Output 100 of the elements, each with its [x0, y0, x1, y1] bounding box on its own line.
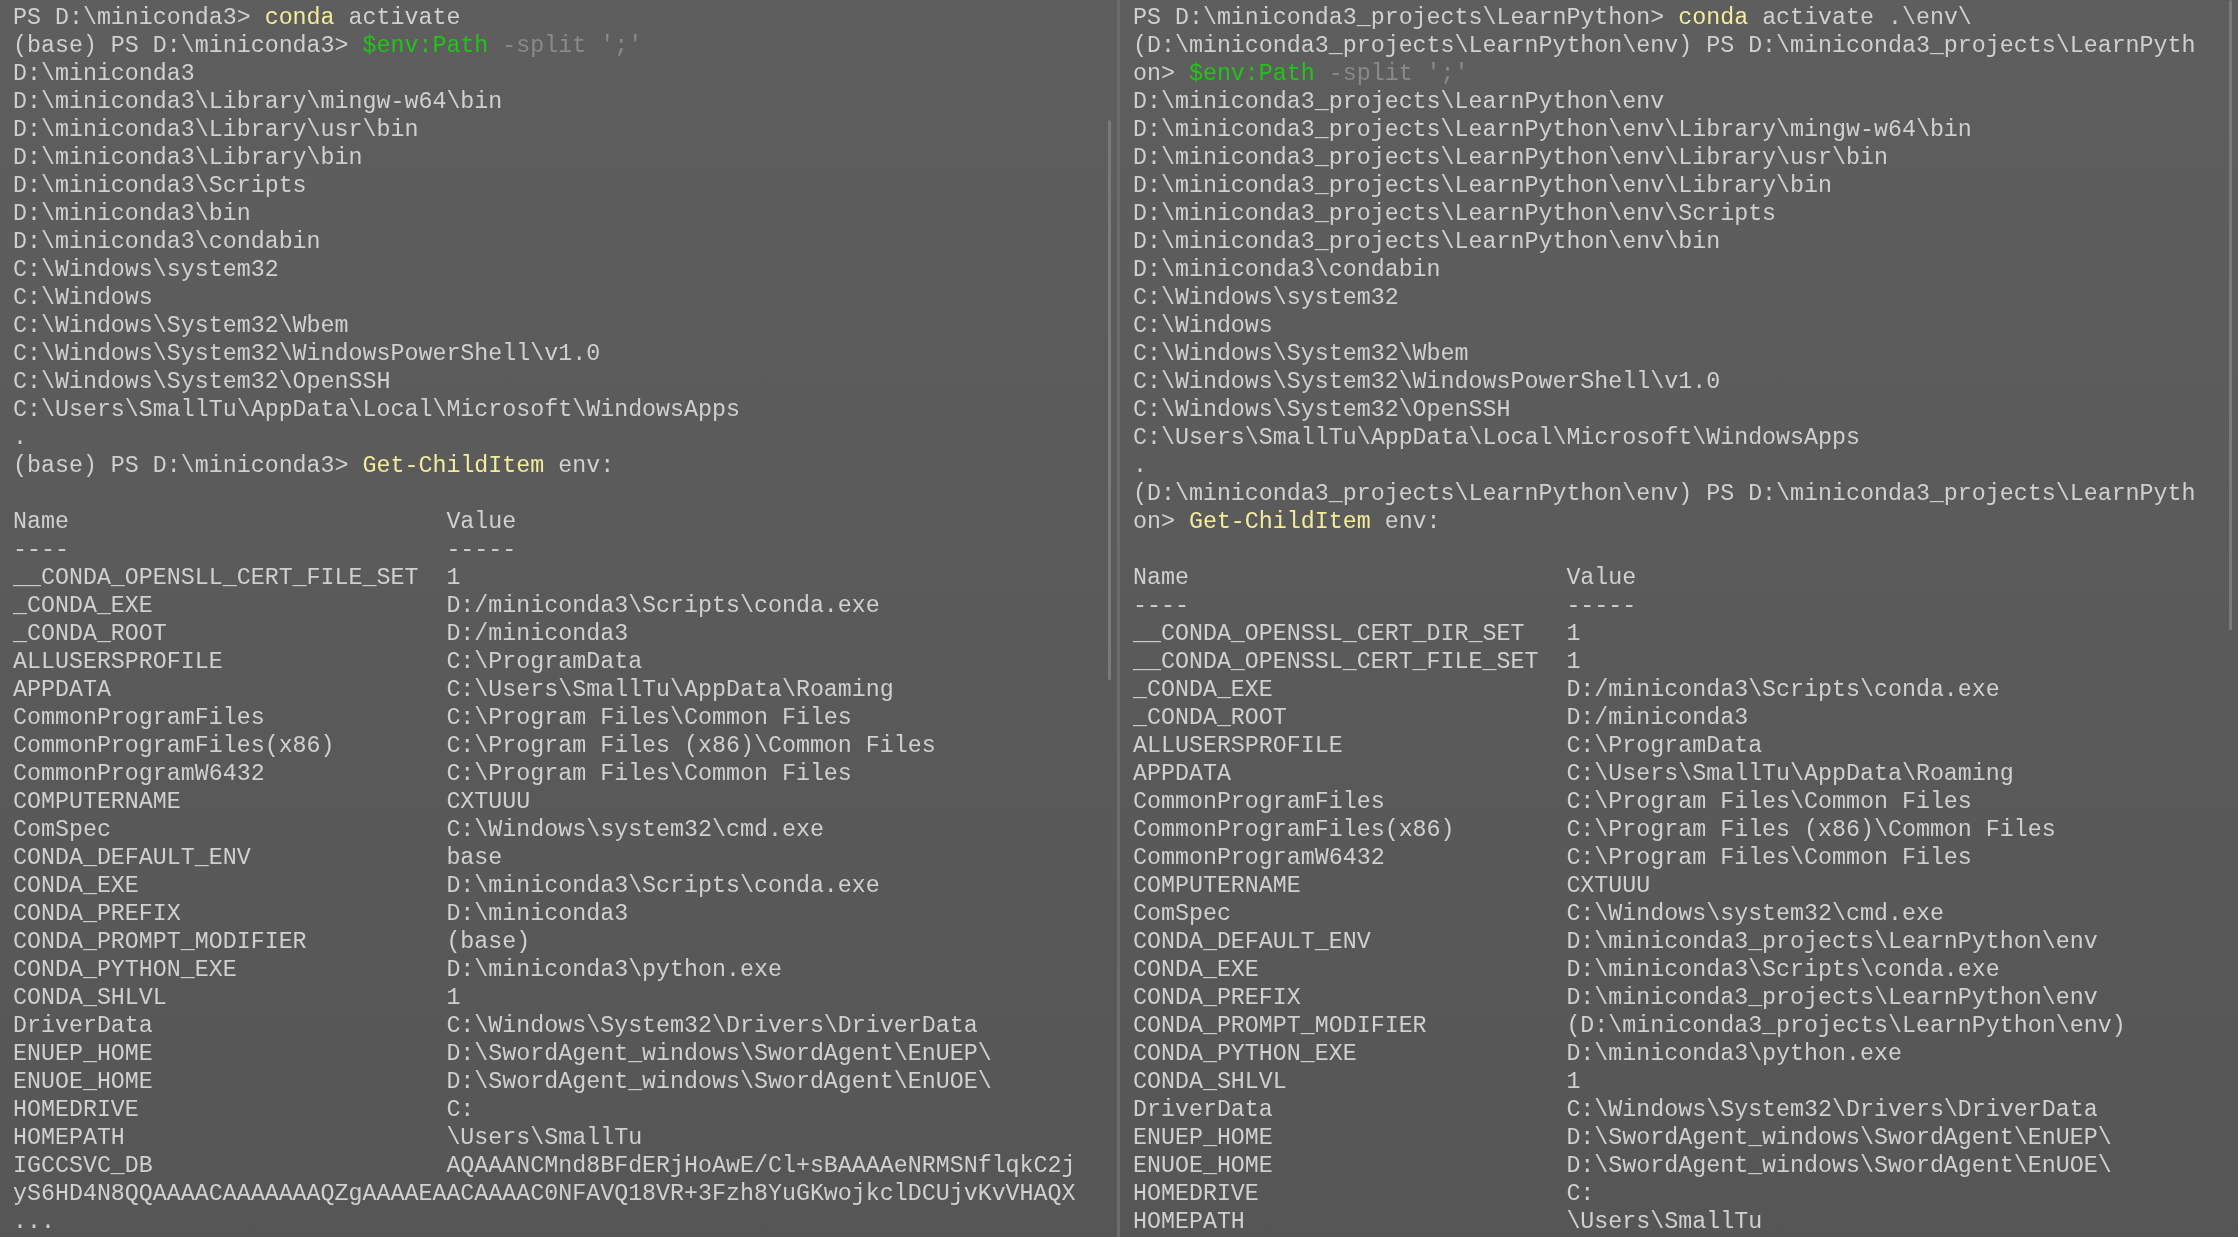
terminal-line: D:\miniconda3\Library\bin — [13, 144, 364, 172]
variable-name: _CONDA_EXE — [1133, 676, 1274, 704]
variable-value: 1 — [1566, 1068, 1582, 1096]
variable-value: C:\Program Files\Common Files — [1566, 788, 1973, 816]
variable-name: CONDA_SHLVL — [1133, 1068, 1288, 1096]
variable-value: C: — [1566, 1180, 1596, 1208]
terminal-line: (base) PS D:\miniconda3> Get-ChildItem env: — [13, 452, 616, 480]
variable-name: HOMEDRIVE — [1133, 1180, 1260, 1208]
variable-name: APPDATA — [13, 676, 112, 704]
variable-value: D:/miniconda3 — [446, 620, 630, 648]
variable-value: D:\miniconda3 — [446, 900, 630, 928]
terminal-line: D:\miniconda3\condabin — [13, 228, 322, 256]
variable-name: CONDA_DEFAULT_ENV — [13, 844, 252, 872]
header-underline: ----- — [1566, 592, 1638, 620]
variable-value: D:\miniconda3_projects\LearnPython\env — [1566, 984, 2099, 1012]
variable-value: C:\Users\SmallTu\AppData\Roaming — [446, 676, 895, 704]
terminal-line: D:\miniconda3_projects\LearnPython\env\Library\usr\bin — [1133, 144, 1889, 172]
variable-value: C:\Windows\System32\Drivers\DriverData — [1566, 1096, 2099, 1124]
variable-name: ENUEP_HOME — [13, 1040, 154, 1068]
variable-name: HOMEPATH — [1133, 1208, 1246, 1236]
variable-name: CONDA_PYTHON_EXE — [13, 956, 238, 984]
variable-name: APPDATA — [1133, 760, 1232, 788]
variable-name: __CONDA_OPENSLL_CERT_FILE_SET — [13, 564, 420, 592]
terminal-line: yS6HD4N8QQAAAACAAAAAAAQZgAAAAEAACAAAAC0NFAVQ18VR+3Fzh8YuGKwojkclDCUjvKvVHAQX — [13, 1180, 1077, 1208]
column-header: Value — [446, 508, 518, 536]
variable-name: HOMEPATH — [13, 1124, 126, 1152]
terminal-line: C:\Windows\System32\OpenSSH — [13, 368, 392, 396]
variable-name: CONDA_PYTHON_EXE — [1133, 1040, 1358, 1068]
terminal-line: on> Get-ChildItem env: — [1133, 508, 1442, 536]
variable-value: C:\Program Files\Common Files — [446, 704, 853, 732]
header-underline: ---- — [1133, 592, 1190, 620]
variable-value: 1 — [1566, 648, 1582, 676]
variable-name: CONDA_PREFIX — [1133, 984, 1302, 1012]
terminal-line: C:\Windows\System32\Wbem — [13, 312, 350, 340]
variable-name: CommonProgramFiles — [1133, 788, 1386, 816]
terminal-line: (D:\miniconda3_projects\LearnPython\env) PS D:\miniconda3_projects\LearnPyth — [1133, 480, 2197, 508]
variable-name: COMPUTERNAME — [13, 788, 182, 816]
variable-name: ALLUSERSPROFILE — [13, 648, 224, 676]
variable-name: ComSpec — [13, 816, 112, 844]
variable-value: D:\SwordAgent_windows\SwordAgent\EnUOE\ — [446, 1068, 993, 1096]
variable-value: C:\Program Files\Common Files — [446, 760, 853, 788]
variable-name: CommonProgramW6432 — [13, 760, 266, 788]
variable-value: (D:\miniconda3_projects\LearnPython\env) — [1566, 1012, 2127, 1040]
variable-name: IGCCSVC_DB — [13, 1152, 154, 1180]
variable-name: __CONDA_OPENSSL_CERT_FILE_SET — [1133, 648, 1540, 676]
variable-name: CommonProgramFiles(x86) — [1133, 816, 1456, 844]
variable-name: __CONDA_OPENSSL_CERT_DIR_SET — [1133, 620, 1526, 648]
variable-name: HOMEDRIVE — [13, 1096, 140, 1124]
variable-value: D:\miniconda3\Scripts\conda.exe — [1566, 956, 2001, 984]
terminal-line: ... — [13, 1208, 56, 1236]
variable-value: C:\Windows\system32\cmd.exe — [446, 816, 825, 844]
scrollbar[interactable] — [1108, 120, 1111, 680]
variable-name: CONDA_EXE — [13, 872, 140, 900]
column-header: Value — [1566, 564, 1638, 592]
terminal-line: PS D:\miniconda3> conda activate — [13, 4, 462, 32]
terminal-line: C:\Windows — [13, 284, 154, 312]
variable-value: D:/miniconda3 — [1566, 704, 1750, 732]
variable-name: CONDA_DEFAULT_ENV — [1133, 928, 1372, 956]
variable-value: C:\ProgramData — [446, 648, 644, 676]
terminal-line: D:\miniconda3\Library\usr\bin — [13, 116, 420, 144]
variable-value: D:\miniconda3\Scripts\conda.exe — [446, 872, 881, 900]
terminal-line: D:\miniconda3\condabin — [1133, 256, 1442, 284]
terminal-line: D:\miniconda3_projects\LearnPython\env\Library\mingw-w64\bin — [1133, 116, 1973, 144]
variable-name: ALLUSERSPROFILE — [1133, 732, 1344, 760]
terminal-line: C:\Windows\System32\OpenSSH — [1133, 396, 1512, 424]
variable-name: CONDA_PROMPT_MODIFIER — [1133, 1012, 1428, 1040]
terminal-line: D:\miniconda3 — [13, 60, 196, 88]
variable-value: D:/miniconda3\Scripts\conda.exe — [446, 592, 881, 620]
variable-name: ENUOE_HOME — [13, 1068, 154, 1096]
variable-name: DriverData — [13, 1012, 154, 1040]
variable-name: CommonProgramW6432 — [1133, 844, 1386, 872]
variable-value: (base) — [446, 928, 532, 956]
variable-name: _CONDA_ROOT — [13, 620, 168, 648]
terminal-line: C:\Users\SmallTu\AppData\Local\Microsoft\WindowsApps — [13, 396, 741, 424]
variable-value: base — [446, 844, 504, 872]
variable-value: C:\Users\SmallTu\AppData\Roaming — [1566, 760, 2015, 788]
variable-value: C: — [446, 1096, 476, 1124]
variable-name: _CONDA_EXE — [13, 592, 154, 620]
terminal-line: . — [13, 424, 28, 452]
variable-value: C:\Program Files\Common Files — [1566, 844, 1973, 872]
variable-value: D:\miniconda3_projects\LearnPython\env — [1566, 928, 2099, 956]
terminal-line: C:\Users\SmallTu\AppData\Local\Microsoft\WindowsApps — [1133, 424, 1861, 452]
terminal-line: D:\miniconda3\Scripts — [13, 172, 308, 200]
terminal-line: D:\miniconda3\bin — [13, 200, 252, 228]
terminal-line: (D:\miniconda3_projects\LearnPython\env) PS D:\miniconda3_projects\LearnPyth — [1133, 32, 2197, 60]
terminal-line: PS D:\miniconda3_projects\LearnPython> conda activate .\env\ — [1133, 4, 1973, 32]
terminal-line: C:\Windows — [1133, 312, 1274, 340]
variable-name: ENUEP_HOME — [1133, 1124, 1274, 1152]
variable-name: CONDA_EXE — [1133, 956, 1260, 984]
variable-value: 1 — [446, 564, 462, 592]
terminal-line: C:\Windows\System32\WindowsPowerShell\v1.0 — [1133, 368, 1722, 396]
variable-value: C:\Program Files (x86)\Common Files — [1566, 816, 2057, 844]
variable-name: CommonProgramFiles — [13, 704, 266, 732]
variable-value: D:\SwordAgent_windows\SwordAgent\EnUEP\ — [1566, 1124, 2113, 1152]
variable-value: D:/miniconda3\Scripts\conda.exe — [1566, 676, 2001, 704]
variable-value: D:\SwordAgent_windows\SwordAgent\EnUEP\ — [446, 1040, 993, 1068]
header-underline: ----- — [446, 536, 518, 564]
variable-name: CONDA_PROMPT_MODIFIER — [13, 928, 308, 956]
variable-value: CXTUUU — [1566, 872, 1652, 900]
variable-name: CONDA_PREFIX — [13, 900, 182, 928]
